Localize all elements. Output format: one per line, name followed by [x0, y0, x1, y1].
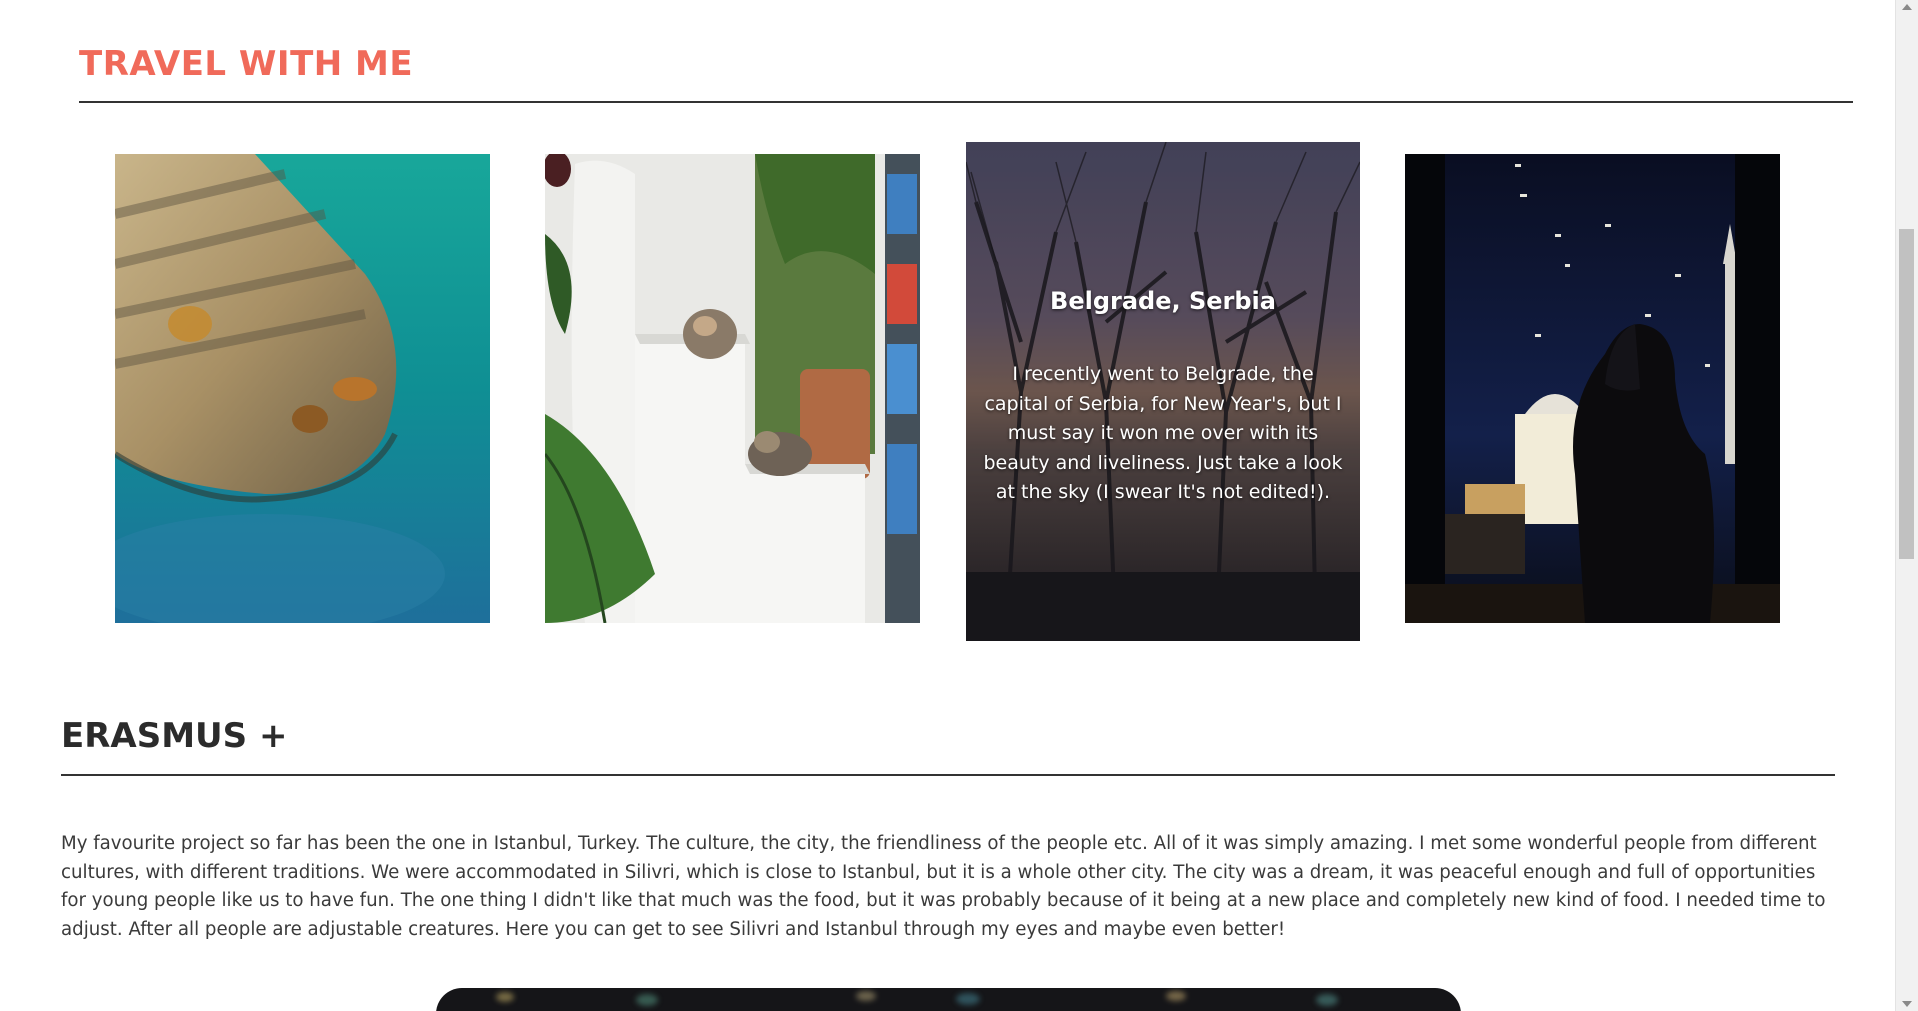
travel-section-title: TRAVEL WITH ME	[79, 44, 414, 84]
page: TRAVEL WITH ME Belgrade, Serbia I recent…	[0, 0, 1918, 1011]
erasmus-paragraph: My favourite project so far has been the…	[61, 833, 1826, 940]
travel-photo-mosque[interactable]	[1405, 154, 1780, 623]
mosque-night-view-photo	[1405, 154, 1780, 623]
bokeh-light	[636, 994, 658, 1006]
travel-photo-cats[interactable]	[545, 154, 920, 623]
travel-photo-belgrade[interactable]: Belgrade, Serbia I recently went to Belg…	[966, 142, 1360, 641]
travel-photo-harbor[interactable]	[115, 154, 490, 623]
photo-caption-overlay: Belgrade, Serbia I recently went to Belg…	[966, 142, 1360, 641]
erasmus-video-frame[interactable]	[436, 988, 1461, 1011]
bokeh-light	[496, 992, 514, 1002]
erasmus-section-title: ERASMUS +	[61, 716, 288, 756]
photo-caption-text: I recently went to Belgrade, the capital…	[983, 363, 1343, 503]
scrollbar-thumb[interactable]	[1899, 229, 1914, 559]
erasmus-divider	[61, 774, 1835, 776]
scroll-up-arrow-icon[interactable]	[1902, 4, 1912, 10]
harbor-rocks-photo	[115, 154, 490, 623]
bokeh-light	[856, 991, 876, 1001]
cats-on-steps-photo	[545, 154, 920, 623]
photo-caption-title: Belgrade, Serbia	[1050, 287, 1276, 315]
bokeh-light	[956, 993, 980, 1005]
travel-divider	[79, 101, 1853, 103]
vertical-scrollbar[interactable]	[1895, 0, 1918, 1011]
bokeh-light	[1166, 991, 1186, 1001]
bokeh-light	[1316, 994, 1338, 1006]
scroll-down-arrow-icon[interactable]	[1902, 1001, 1912, 1007]
